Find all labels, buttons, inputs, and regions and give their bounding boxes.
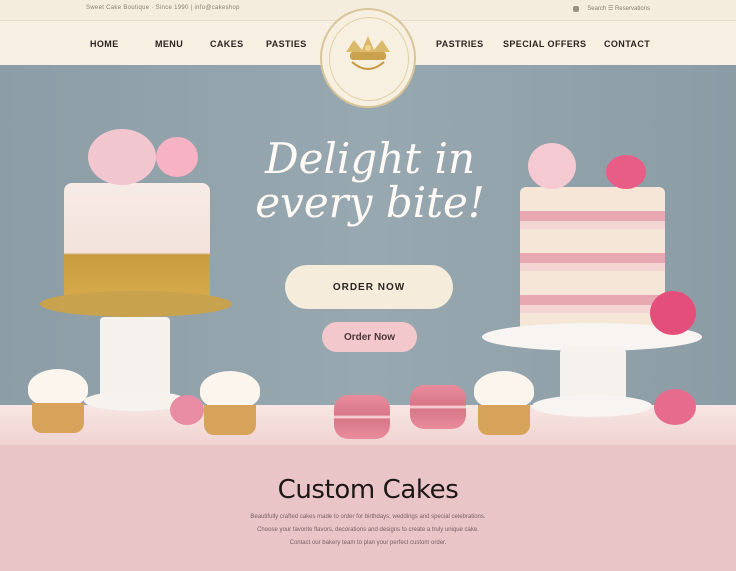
rose-icon [88, 129, 156, 185]
right-layer-cake [520, 187, 665, 337]
left-cake-stand [40, 291, 232, 317]
rose-icon [606, 155, 646, 189]
nav-pastries[interactable]: PASTRIES [436, 39, 484, 49]
cupcake-cream [28, 369, 88, 407]
description-line1: Beautifully crafted cakes made to order … [250, 514, 486, 520]
nav-menu[interactable]: MENU [155, 39, 183, 49]
cupcake-liner [478, 405, 530, 435]
rose-icon [650, 291, 696, 335]
rose-icon [528, 143, 576, 189]
topbar-info-text: Sweet Cake Boutique · Since 1990 | info@… [86, 5, 240, 11]
cupcake-liner [32, 403, 84, 433]
nav-pasties[interactable]: PASTIES [266, 39, 307, 49]
cupcake-center-left [200, 371, 260, 441]
hero-headline-line1: Delight in [264, 134, 476, 183]
topbar-actions: Search ☰ Reservations [573, 5, 650, 12]
cupcake-cream [474, 371, 534, 409]
description-line3: Contact our bakery team to plan your per… [289, 540, 447, 546]
section-description: Beautifully crafted cakes made to order … [198, 511, 538, 550]
cupcake-right [474, 371, 534, 441]
right-stand-base [532, 395, 652, 417]
rose-icon [156, 137, 198, 177]
order-now-button[interactable]: ORDER NOW [285, 265, 453, 309]
nav-home[interactable]: HOME [90, 39, 119, 49]
cupcake-cream [200, 371, 260, 409]
rose-icon [654, 389, 696, 425]
macaron-pink [334, 395, 390, 439]
order-now-secondary-button[interactable]: Order Now [322, 322, 417, 352]
nav-contact[interactable]: CONTACT [604, 39, 650, 49]
macaron-rose [410, 385, 466, 429]
nav-special-offers[interactable]: SPECIAL OFFERS [503, 39, 586, 49]
description-line2: Choose your favorite flavors, decoration… [257, 527, 479, 533]
left-stand-pillar [100, 317, 170, 402]
topbar-right-text[interactable]: Search ☰ Reservations [587, 5, 650, 12]
bakery-logo[interactable] [320, 8, 416, 108]
hero-section: Delight in every bite! ORDER NOW Order N… [0, 65, 736, 445]
cupcake-liner [204, 405, 256, 435]
search-icon[interactable] [573, 5, 580, 12]
custom-cakes-section: Custom Cakes Beautifully crafted cakes m… [0, 445, 736, 571]
rose-icon [170, 395, 204, 425]
crown-logo-icon [346, 36, 390, 70]
hero-headline-line2: every bite! [255, 178, 485, 227]
left-layer-cake [64, 183, 210, 303]
section-title: Custom Cakes [277, 475, 459, 505]
nav-cakes[interactable]: CAKES [210, 39, 244, 49]
hero-headline: Delight in every bite! [240, 137, 500, 225]
cupcake-left [28, 369, 88, 439]
